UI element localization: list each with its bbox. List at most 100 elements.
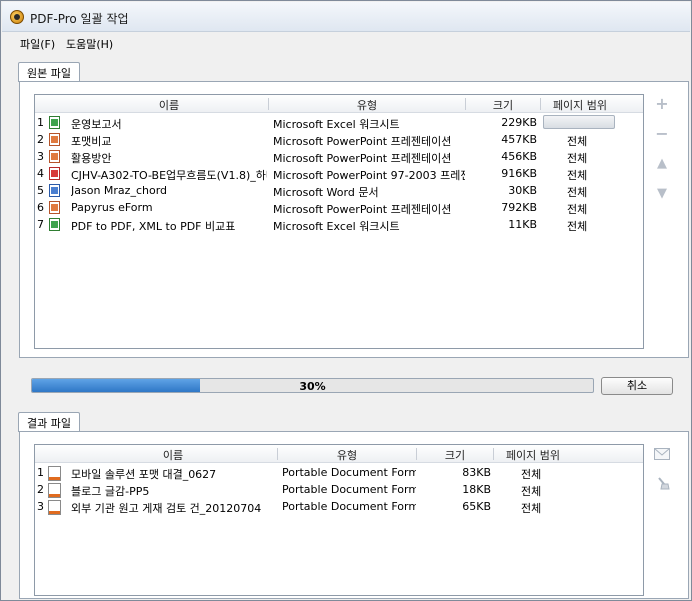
row-number: 1 — [37, 116, 44, 129]
pdf-file-icon — [47, 465, 61, 481]
file-type: Microsoft PowerPoint 프레젠테이션 — [273, 135, 452, 148]
file-type: Microsoft PowerPoint 프레젠테이션 — [273, 152, 452, 165]
tab-result-files[interactable]: 결과 파일 — [18, 412, 80, 432]
title-bar: PDF-Pro 일괄 작업 — [2, 2, 690, 32]
file-name: 모바일 솔루션 포맷 대결_0627 — [71, 468, 217, 481]
table-row[interactable]: 6 Papyrus eForm Microsoft PowerPoint 프레젠… — [35, 199, 643, 216]
table-row[interactable]: 3 외부 기관 원고 게재 검토 건_20120704 Portable Doc… — [35, 498, 643, 515]
page-range: 전체 — [521, 468, 542, 481]
file-type: Microsoft PowerPoint 프레젠테이션 — [273, 203, 452, 216]
result-files-panel: 이름 유형 크기 페이지 범위 1 모바일 솔루션 포맷 대결_0627 Por… — [19, 431, 689, 599]
file-name: 외부 기관 원고 게재 검토 건_20120704 — [71, 502, 262, 515]
column-header-size[interactable]: 크기 — [466, 97, 540, 113]
source-list-header: 이름 유형 크기 페이지 범위 — [35, 95, 643, 113]
page-range: 전체 — [521, 485, 542, 498]
file-name: 블로그 글감-PP5 — [71, 485, 150, 498]
pdf-file-icon — [47, 482, 61, 498]
move-down-arrow-icon[interactable]: ▼ — [654, 186, 670, 202]
page-range: 전체 — [567, 169, 588, 182]
file-name: Papyrus eForm — [71, 201, 153, 214]
file-name: PDF to PDF, XML to PDF 비교표 — [71, 220, 236, 233]
file-type: Microsoft PowerPoint 97-2003 프레젠테... — [273, 169, 465, 182]
powerpoint-file-icon — [49, 150, 60, 163]
menu-help[interactable]: 도움말(H) — [66, 36, 113, 52]
excel-file-icon — [49, 116, 60, 129]
file-size: 83KB — [462, 466, 491, 479]
file-size: 18KB — [462, 483, 491, 496]
menu-bar: 파일(F) 도움말(H) — [2, 33, 690, 53]
powerpoint-file-icon — [49, 133, 60, 146]
file-size: 30KB — [508, 184, 537, 197]
file-size: 456KB — [501, 150, 537, 163]
table-row[interactable]: 3 활용방안 Microsoft PowerPoint 프레젠테이션 456KB… — [35, 148, 643, 165]
app-window: PDF-Pro 일괄 작업 파일(F) 도움말(H) 원본 파일 이름 유형 크… — [0, 0, 692, 601]
menu-file[interactable]: 파일(F) — [20, 36, 55, 52]
add-file-plus-icon[interactable]: + — [654, 96, 670, 112]
file-size: 65KB — [462, 500, 491, 513]
column-header-name[interactable]: 이름 — [55, 447, 291, 463]
page-range: 전체 — [567, 203, 588, 216]
table-row[interactable]: 2 블로그 글감-PP5 Portable Document Format 18… — [35, 481, 643, 498]
column-header-page-range[interactable]: 페이지 범위 — [541, 97, 619, 113]
result-list-header: 이름 유형 크기 페이지 범위 — [35, 445, 643, 463]
table-row[interactable]: 2 포맷비교 Microsoft PowerPoint 프레젠테이션 457KB… — [35, 131, 643, 148]
column-header-name[interactable]: 이름 — [55, 97, 283, 113]
file-size: 457KB — [501, 133, 537, 146]
move-up-arrow-icon[interactable]: ▲ — [654, 156, 670, 172]
column-header-type[interactable]: 유형 — [269, 97, 465, 113]
clear-broom-icon[interactable] — [656, 476, 670, 490]
table-row[interactable]: 1 운영보고서 Microsoft Excel 워크시트 229KB — [35, 114, 643, 131]
cancel-button[interactable]: 취소 — [601, 377, 673, 395]
word-file-icon — [49, 184, 60, 197]
source-files-panel: 이름 유형 크기 페이지 범위 1 운영보고서 Microsoft Excel … — [19, 81, 689, 358]
column-header-size[interactable]: 크기 — [417, 447, 493, 463]
excel-file-icon — [49, 218, 60, 231]
progress-bar: 30% — [31, 378, 594, 393]
table-row[interactable]: 1 모바일 솔루션 포맷 대결_0627 Portable Document F… — [35, 464, 643, 481]
file-name: 활용방안 — [71, 152, 112, 165]
page-range: 전체 — [567, 186, 588, 199]
file-name: 포맷비교 — [71, 135, 112, 148]
email-envelope-icon[interactable] — [654, 448, 670, 460]
powerpoint-97-file-icon — [49, 167, 60, 180]
file-type: Microsoft Excel 워크시트 — [273, 220, 400, 233]
file-type: Portable Document Format — [282, 483, 416, 496]
column-header-page-range[interactable]: 페이지 범위 — [494, 447, 572, 463]
row-number: 4 — [37, 167, 44, 180]
source-file-list[interactable]: 이름 유형 크기 페이지 범위 1 운영보고서 Microsoft Excel … — [34, 94, 644, 349]
file-type: Microsoft Excel 워크시트 — [273, 118, 400, 131]
file-name: CJHV-A302-TO-BE업무흐름도(V1.8)_하나 — [71, 169, 267, 182]
result-file-list[interactable]: 이름 유형 크기 페이지 범위 1 모바일 솔루션 포맷 대결_0627 Por… — [34, 444, 644, 596]
remove-file-minus-icon[interactable]: − — [654, 126, 670, 142]
file-size: 792KB — [501, 201, 537, 214]
column-header-type[interactable]: 유형 — [278, 447, 416, 463]
row-number: 1 — [37, 466, 44, 479]
pdf-file-icon — [47, 499, 61, 515]
page-range: 전체 — [567, 152, 588, 165]
table-row[interactable]: 4 CJHV-A302-TO-BE업무흐름도(V1.8)_하나 Microsof… — [35, 165, 643, 182]
row-number: 5 — [37, 184, 44, 197]
row-number: 2 — [37, 483, 44, 496]
table-row[interactable]: 7 PDF to PDF, XML to PDF 비교표 Microsoft E… — [35, 216, 643, 233]
tab-source-files[interactable]: 원본 파일 — [18, 62, 80, 82]
page-range: 전체 — [567, 220, 588, 233]
file-name: 운영보고서 — [71, 118, 122, 131]
window-title: PDF-Pro 일괄 작업 — [30, 12, 129, 26]
file-type: Microsoft Word 문서 — [273, 186, 379, 199]
page-range: 전체 — [567, 135, 588, 148]
row-number: 6 — [37, 201, 44, 214]
progress-label: 30% — [299, 380, 326, 393]
row-number: 2 — [37, 133, 44, 146]
powerpoint-file-icon — [49, 201, 60, 214]
file-type: Portable Document Format — [282, 500, 416, 513]
file-name: Jason Mraz_chord — [71, 184, 168, 197]
file-size: 229KB — [501, 116, 537, 129]
table-row[interactable]: 5 Jason Mraz_chord Microsoft Word 문서 30K… — [35, 182, 643, 199]
row-number: 3 — [37, 150, 44, 163]
page-range: 전체 — [521, 502, 542, 515]
file-type: Portable Document Format — [282, 466, 416, 479]
file-size: 11KB — [508, 218, 537, 231]
row-number: 7 — [37, 218, 44, 231]
app-logo-icon — [10, 10, 24, 24]
page-range-input[interactable] — [543, 115, 615, 129]
